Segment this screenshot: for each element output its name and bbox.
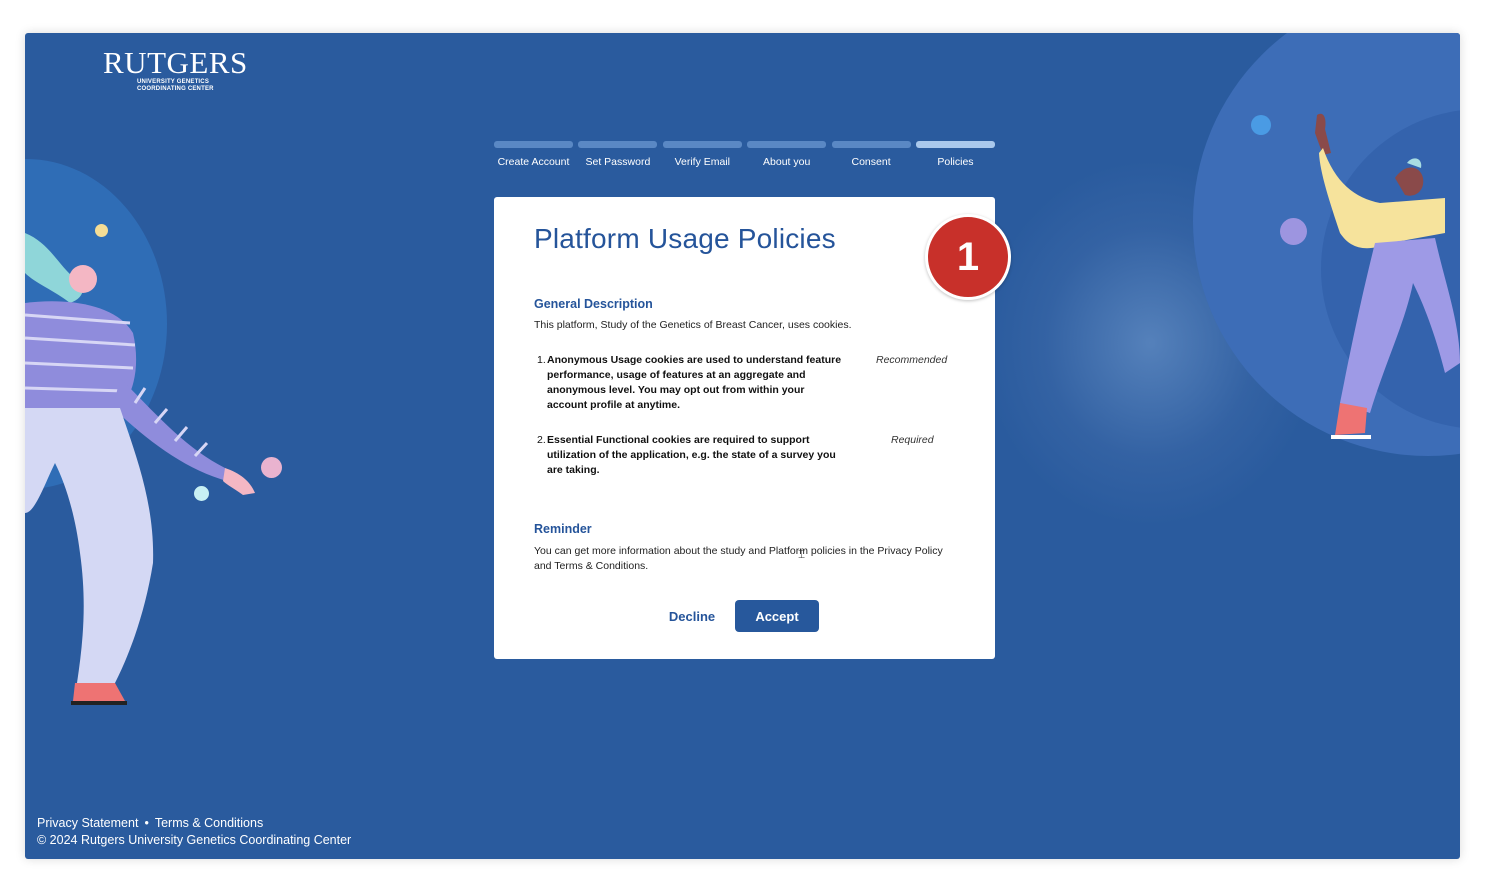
- decor-dot-blue: [1251, 115, 1271, 135]
- step-bar: [662, 141, 742, 148]
- step-create-account: Create Account: [494, 141, 573, 181]
- footer-links: Privacy Statement • Terms & Conditions: [37, 815, 351, 832]
- step-about-you: About you: [747, 141, 827, 181]
- step-number-badge: 1: [925, 214, 1011, 300]
- general-description-text: This platform, Study of the Genetics of …: [534, 319, 852, 331]
- general-description-heading: General Description: [534, 297, 653, 311]
- decor-dot-purple: [1280, 218, 1307, 245]
- text-cursor-icon: ⌶: [798, 547, 806, 561]
- signup-progress-stepper: Create Account Set Password Verify Email…: [494, 141, 995, 181]
- step-bar-current: [915, 141, 995, 148]
- step-consent: Consent: [831, 141, 911, 181]
- page-background: RUTGERS UNIVERSITY GENETICS COORDINATING…: [25, 33, 1460, 859]
- step-policies: Policies: [915, 141, 995, 181]
- step-bar: [747, 141, 827, 148]
- step-label: Set Password: [585, 156, 651, 168]
- step-bar: [578, 141, 658, 148]
- policy-item-essential-functional: 2. Essential Functional cookies are requ…: [534, 433, 964, 478]
- decor-dot-yellow: [95, 224, 108, 237]
- policy-text: Essential Functional cookies are require…: [547, 434, 836, 476]
- decor-dot-cyan: [194, 486, 209, 501]
- reminder-heading: Reminder: [534, 522, 592, 536]
- policy-number: 1.: [537, 354, 546, 366]
- logo-subtitle-line2: COORDINATING CENTER: [137, 86, 214, 92]
- reminder-text: You can get more information about the s…: [534, 545, 943, 572]
- footer-separator: •: [144, 816, 149, 830]
- step-set-password: Set Password: [578, 141, 658, 181]
- right-person-illustration: [1315, 113, 1460, 439]
- logo-subtitle-line1: UNIVERSITY GENETICS: [137, 79, 210, 85]
- step-label: Create Account: [497, 156, 570, 168]
- policy-number: 2.: [537, 434, 546, 446]
- step-bar: [831, 141, 911, 148]
- step-label: Policies: [937, 156, 974, 168]
- copyright-text: © 2024 Rutgers University Genetics Coord…: [37, 833, 352, 847]
- step-verify-email: Verify Email: [662, 141, 742, 181]
- policy-item-anonymous-usage: 1. Anonymous Usage cookies are used to u…: [534, 353, 964, 413]
- accept-button[interactable]: Accept: [735, 600, 819, 632]
- step-label: Consent: [851, 156, 891, 168]
- step-label: About you: [763, 156, 811, 168]
- decline-button[interactable]: Decline: [664, 600, 720, 632]
- policy-tag-required: Required: [891, 434, 934, 446]
- privacy-statement-link[interactable]: Privacy Statement: [37, 816, 138, 830]
- step-bar: [494, 141, 573, 148]
- decor-dot-pink: [261, 457, 282, 478]
- footer: Privacy Statement • Terms & Conditions © 2…: [37, 815, 351, 849]
- policy-tag-recommended: Recommended: [876, 354, 948, 366]
- terms-conditions-link[interactable]: Terms & Conditions: [155, 816, 263, 830]
- page-title: Platform Usage Policies: [534, 223, 836, 254]
- rutgers-logo[interactable]: RUTGERS UNIVERSITY GENETICS COORDINATING…: [103, 47, 248, 93]
- step-label: Verify Email: [674, 156, 730, 168]
- policy-text: Anonymous Usage cookies are used to unde…: [547, 354, 842, 411]
- policies-card: Platform Usage Policies 1 General Descri…: [494, 197, 1011, 659]
- logo-wordmark: RUTGERS: [103, 45, 248, 80]
